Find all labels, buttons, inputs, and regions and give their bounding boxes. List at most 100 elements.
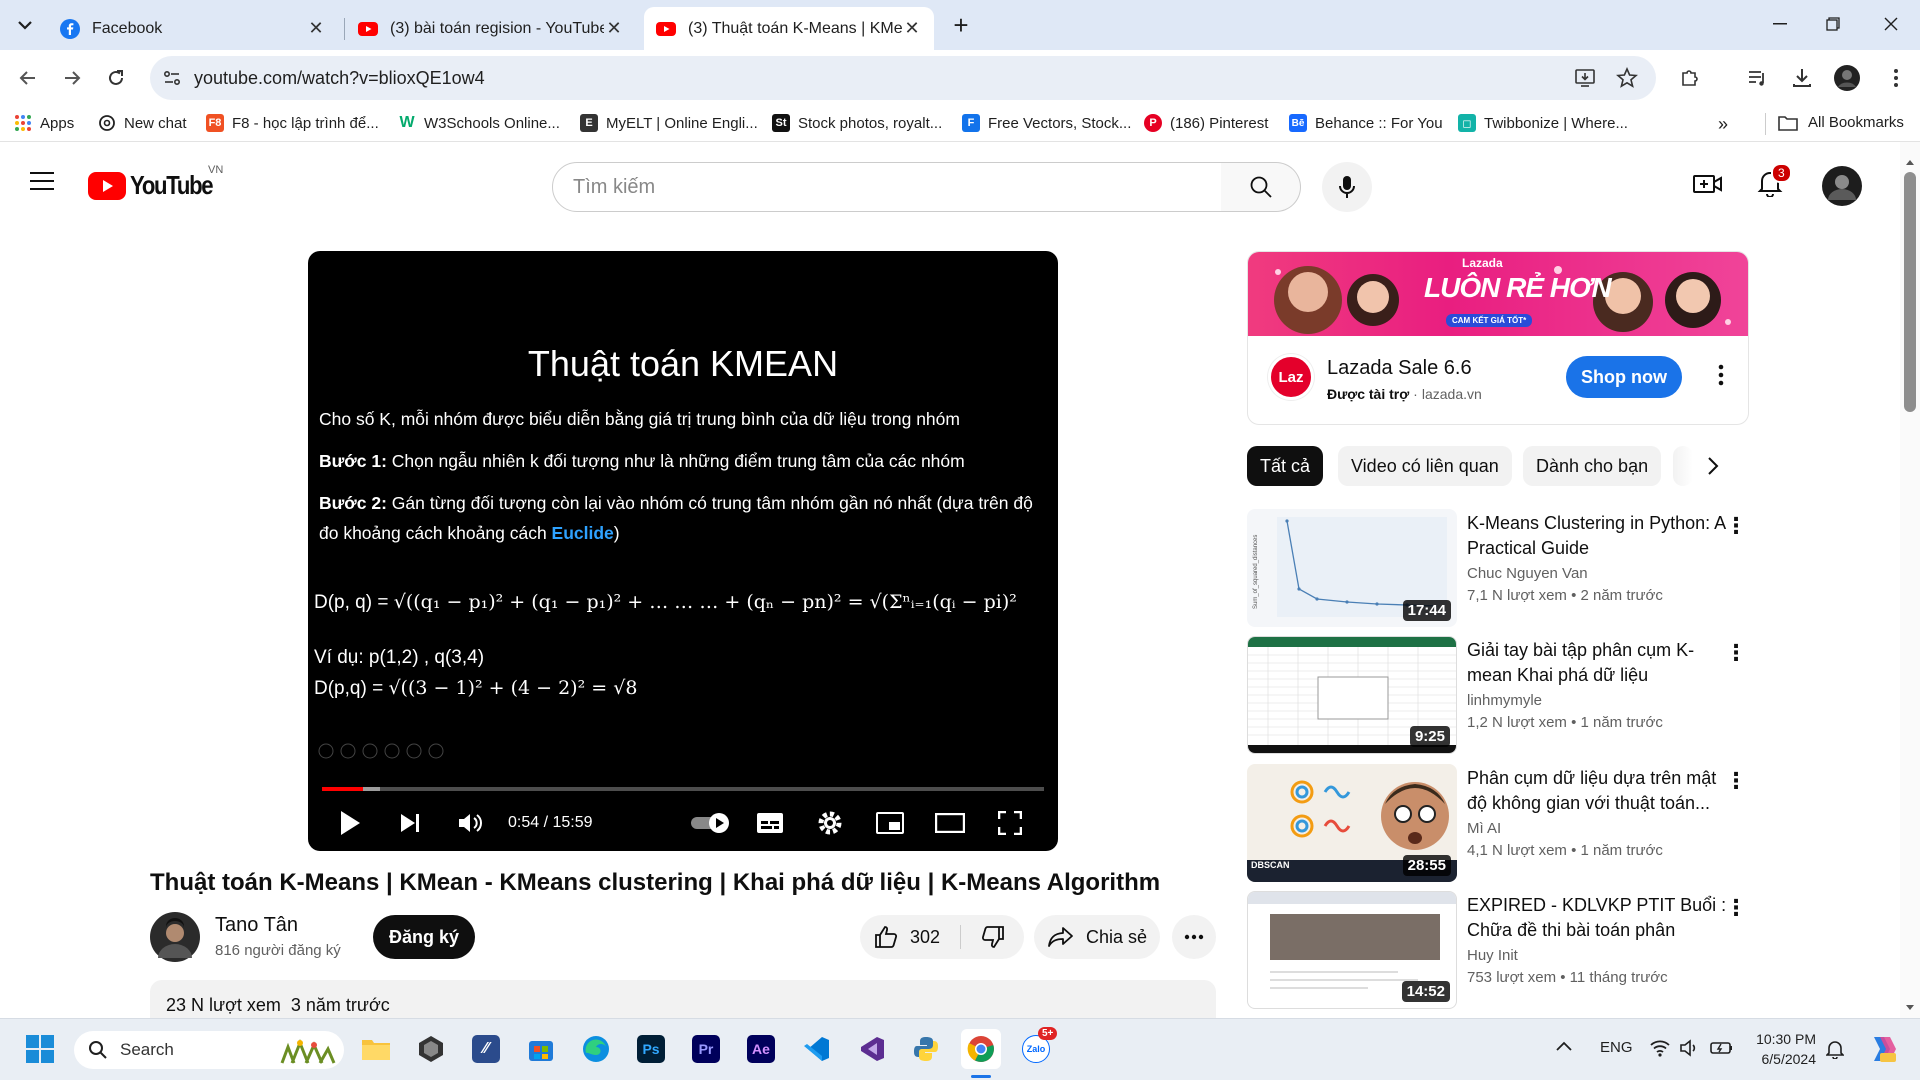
bookmark-w3schools[interactable]: W W3Schools Online... <box>398 114 559 132</box>
back-button[interactable] <box>10 60 46 96</box>
channel-name[interactable]: Tano Tân <box>215 914 298 937</box>
channel-avatar[interactable] <box>150 912 200 962</box>
zalo-icon[interactable]: Zalo 5+ <box>1016 1027 1058 1069</box>
chrome-menu-button[interactable] <box>1878 60 1914 96</box>
video-thumbnail[interactable]: DBSCAN 28:55 <box>1247 764 1457 882</box>
sponsored-ad[interactable]: Lazada LUÔN RẺ HƠN CAM KẾT GIÁ TỐT* Laz … <box>1247 251 1749 425</box>
channel-name[interactable]: Mì AI <box>1467 820 1501 837</box>
unity-icon[interactable] <box>411 1029 451 1069</box>
restore-button[interactable] <box>1810 6 1856 42</box>
chip-related[interactable]: Video có liên quan <box>1338 446 1512 486</box>
channel-name[interactable]: Chuc Nguyen Van <box>1467 565 1588 582</box>
tab-facebook[interactable]: Facebook ✕ <box>48 7 338 50</box>
vscode-insiders-icon[interactable]: ⁄⁄ <box>466 1029 506 1069</box>
visual-studio-icon[interactable] <box>851 1029 891 1069</box>
video-player[interactable]: Thuật toán KMEAN Cho số K, mỗi nhóm được… <box>308 251 1058 851</box>
recommended-video[interactable]: 14:52 EXPIRED - KDLVKP PTIT Buổi : Chữa … <box>1247 891 1747 1011</box>
recommended-video[interactable]: 9:25 Giải tay bài tập phân cụm K-mean Kh… <box>1247 636 1747 756</box>
taskbar-clock[interactable]: 10:30 PM 6/5/2024 <box>1752 1029 1816 1069</box>
channel-name[interactable]: linhmymyle <box>1467 692 1542 709</box>
shop-now-button[interactable]: Shop now <box>1566 356 1682 398</box>
install-app-icon[interactable] <box>1574 67 1596 89</box>
close-tab-icon[interactable]: ✕ <box>902 18 922 39</box>
video-title[interactable]: Phân cụm dữ liệu dựa trên mật độ không g… <box>1467 766 1727 816</box>
video-thumbnail[interactable]: 9:25 <box>1247 636 1457 754</box>
chip-all[interactable]: Tất cả <box>1247 446 1324 486</box>
video-thumbnail[interactable]: 14:52 <box>1247 891 1457 1009</box>
file-explorer-icon[interactable] <box>356 1029 396 1069</box>
mute-button[interactable] <box>450 803 490 843</box>
scroll-down-icon[interactable] <box>1905 1004 1915 1012</box>
new-tab-button[interactable]: + <box>946 10 976 40</box>
vscode-icon[interactable] <box>796 1029 836 1069</box>
downloads-button[interactable] <box>1784 60 1820 96</box>
bookmarks-overflow-button[interactable]: » <box>1718 114 1728 135</box>
ad-menu-button[interactable] <box>1718 364 1724 386</box>
like-button[interactable]: 302 <box>860 915 960 959</box>
tab-search-button[interactable] <box>10 10 40 40</box>
voice-search-button[interactable] <box>1322 162 1372 212</box>
bookmark-twibbonize[interactable]: ◻ Twibbonize | Where... <box>1458 114 1628 132</box>
extensions-button[interactable] <box>1672 60 1708 96</box>
autoplay-toggle[interactable] <box>688 803 734 843</box>
start-button[interactable] <box>20 1029 60 1069</box>
premiere-icon[interactable]: Pr <box>686 1029 726 1069</box>
taskbar-search[interactable]: Search <box>74 1031 344 1069</box>
notification-center-button[interactable] <box>1826 1039 1844 1059</box>
subtitles-button[interactable] <box>750 803 790 843</box>
edge-icon[interactable] <box>576 1029 616 1069</box>
more-actions-button[interactable] <box>1172 915 1216 959</box>
forward-button[interactable] <box>54 60 90 96</box>
bookmark-pinterest[interactable]: P (186) Pinterest <box>1144 114 1268 132</box>
video-title[interactable]: Giải tay bài tập phân cụm K-mean Khai ph… <box>1467 638 1727 688</box>
miniplayer-button[interactable] <box>870 803 910 843</box>
bookmark-star-icon[interactable] <box>1616 67 1638 89</box>
video-menu-button[interactable]: ⋮ <box>1725 640 1747 666</box>
bookmark-f8[interactable]: F8 F8 - học lập trình để... <box>206 114 379 132</box>
close-window-button[interactable] <box>1868 6 1914 42</box>
minimize-button[interactable] <box>1757 6 1803 42</box>
profile-avatar[interactable] <box>1829 60 1865 96</box>
notifications-button[interactable]: 3 <box>1757 163 1792 197</box>
video-thumbnail[interactable]: Sum_of_squared_distances 17:44 <box>1247 509 1457 627</box>
system-tray[interactable] <box>1650 1039 1734 1057</box>
chrome-icon[interactable] <box>961 1029 1001 1069</box>
bookmark-freepik[interactable]: F Free Vectors, Stock... <box>962 114 1131 132</box>
video-menu-button[interactable]: ⋮ <box>1725 895 1747 921</box>
youtube-logo[interactable]: YouTube VN <box>88 164 227 201</box>
search-input[interactable]: Tìm kiếm <box>552 162 1222 212</box>
dislike-button[interactable] <box>968 915 1018 959</box>
next-button[interactable] <box>390 803 430 843</box>
scrollbar-thumb[interactable] <box>1904 172 1916 412</box>
page-scrollbar[interactable] <box>1900 142 1920 1018</box>
search-button[interactable] <box>1221 162 1301 212</box>
bookmark-behance[interactable]: Bē Behance :: For You <box>1289 114 1443 132</box>
progress-bar[interactable] <box>322 787 1044 791</box>
scroll-up-icon[interactable] <box>1905 158 1915 166</box>
video-title[interactable]: EXPIRED - KDLVKP PTIT Buổi : Chữa đề thi… <box>1467 893 1727 943</box>
bookmark-myelt[interactable]: E MyELT | Online Engli... <box>580 114 758 132</box>
recommended-video[interactable]: Sum_of_squared_distances 17:44 K-Means C… <box>1247 509 1747 629</box>
input-language[interactable]: ENG <box>1600 1039 1633 1056</box>
settings-button[interactable] <box>810 803 850 843</box>
all-bookmarks-button[interactable]: All Bookmarks <box>1778 114 1904 131</box>
reload-button[interactable] <box>98 60 134 96</box>
photoshop-icon[interactable]: Ps <box>631 1029 671 1069</box>
show-hidden-icons-button[interactable] <box>1556 1041 1572 1051</box>
copilot-icon[interactable] <box>1866 1033 1898 1065</box>
bookmark-shutterstock[interactable]: St Stock photos, royalt... <box>772 114 942 132</box>
bookmark-apps[interactable]: Apps <box>14 114 74 132</box>
create-button[interactable] <box>1693 172 1723 196</box>
subscribe-button[interactable]: Đăng ký <box>373 915 475 959</box>
bookmark-new-chat[interactable]: New chat <box>98 114 187 132</box>
microsoft-store-icon[interactable] <box>521 1029 561 1069</box>
video-menu-button[interactable]: ⋮ <box>1725 768 1747 794</box>
python-icon[interactable] <box>906 1029 946 1069</box>
close-tab-icon[interactable]: ✕ <box>306 18 326 39</box>
video-title[interactable]: K-Means Clustering in Python: A Practica… <box>1467 511 1727 561</box>
account-avatar[interactable] <box>1822 166 1862 206</box>
after-effects-icon[interactable]: Ae <box>741 1029 781 1069</box>
tab-kmeans-active[interactable]: (3) Thuật toán K-Means | KMean ✕ <box>644 7 934 50</box>
address-bar[interactable]: youtube.com/watch?v=blioxQE1ow4 <box>150 56 1656 100</box>
tab-youtube-regision[interactable]: (3) bài toán regision - YouTube ✕ <box>346 7 636 50</box>
